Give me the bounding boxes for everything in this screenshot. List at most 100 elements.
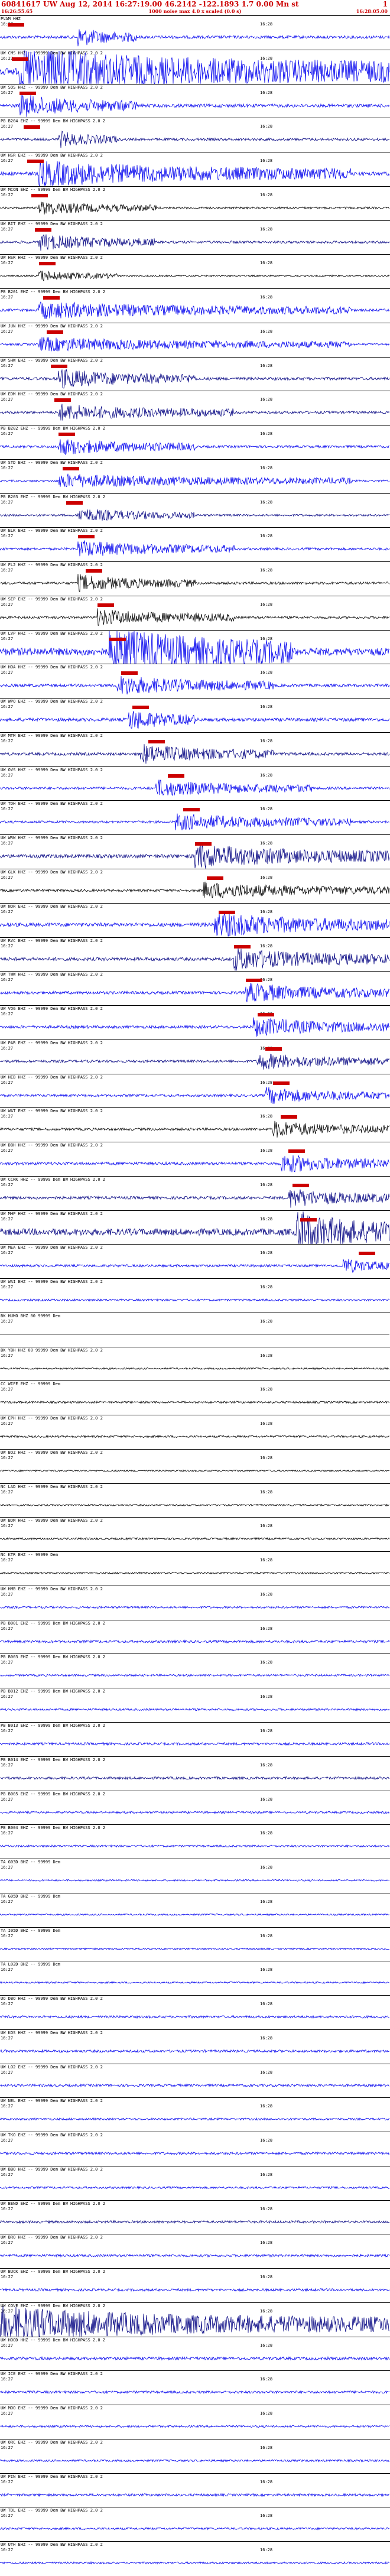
phase-pick-marker (168, 774, 184, 778)
station-label: UW TDH EHZ -- 99999 Dem BW HIGHPASS 2.0 … (1, 801, 103, 807)
time-mark-mid: 16:28 (260, 1523, 273, 1529)
time-mark-start: 16:27 (1, 1182, 14, 1187)
time-mark-mid: 16:28 (260, 2445, 273, 2450)
station-label: PB B001 EHZ -- 99999 Dem BW HIGHPASS 2.0… (1, 1620, 106, 1626)
waveform-line (0, 1844, 390, 1849)
time-mark-start: 16:27 (1, 943, 14, 948)
station-label: UW OVS HHZ -- 99999 Dem BW HIGHPASS 2.0 … (1, 767, 103, 772)
phase-pick-marker (31, 193, 48, 197)
waveform-line (0, 2458, 390, 2463)
station-label: UW MOO EHZ -- 99999 Dem BW HIGHPASS 2.0 … (1, 2406, 103, 2411)
time-mark-mid: 16:28 (260, 329, 273, 334)
time-mark-start: 16:27 (1, 1729, 14, 1733)
trace-panel: UW UTH EHZ -- 99999 Dem BW HIGHPASS 2.0 … (0, 2541, 390, 2575)
waveform-line (0, 234, 390, 251)
phase-pick-marker (20, 91, 36, 95)
station-label: UW WPO EHZ -- 99999 Dem BW HIGHPASS 2.0 … (1, 699, 103, 704)
trace-panel: UW FL2 HHZ -- 99999 Dem BW HIGHPASS 2.0 … (0, 561, 390, 596)
waveform-line (0, 814, 389, 831)
waveform-line (0, 2390, 390, 2395)
waveform-line (0, 1742, 390, 1746)
time-mark-mid: 16:28 (260, 841, 273, 846)
station-label: UW HMB EHZ -- 99999 Dem BW HIGHPASS 2.0 … (1, 1586, 103, 1591)
waveform-line (0, 2083, 390, 2087)
trace-panel: PB B201 EHZ -- 99999 Dem BW HIGHPASS 2.0… (0, 288, 390, 323)
trace-panel: PB B003 EHZ -- 99999 Dem BW HIGHPASS 2.0… (0, 1654, 390, 1688)
trace-panel: UW EDM HHZ -- 99999 Dem BW HIGHPASS 2.0 … (0, 391, 390, 425)
time-mark-mid: 16:28 (260, 2035, 273, 2041)
waveform-line (0, 744, 390, 764)
time-mark-start: 16:27 (1, 977, 14, 983)
time-mark-mid: 16:28 (260, 772, 273, 778)
time-mark-mid: 16:28 (260, 1967, 273, 1973)
waveform-line (0, 711, 390, 729)
station-label: NC KTR EHZ -- 99999 Dem (1, 1552, 58, 1558)
waveform-line (0, 2048, 390, 2054)
trace-panel: UW ICE EHZ -- 99999 Dem BW HIGHPASS 2.0 … (0, 2370, 390, 2405)
trace-panel: UW CCRK HHZ -- 99999 Dem BW HIGHPASS 2.0… (0, 1175, 390, 1210)
time-mark-start: 16:27 (1, 2138, 14, 2143)
time-mark-start: 16:27 (1, 363, 14, 368)
trace-panel: UW HSR HHZ -- 99999 Dem BW HIGHPASS 2.0 … (0, 254, 390, 288)
waveform-line (0, 983, 390, 1003)
trace-panel: UW ELK EHZ -- 99999 Dem BW HIGHPASS 2.0 … (0, 527, 390, 561)
waveform-line (0, 1053, 390, 1070)
time-mark-mid: 16:28 (260, 1660, 273, 1665)
station-label: UW ICE EHZ -- 99999 Dem BW HIGHPASS 2.0 … (1, 2372, 103, 2377)
waveform-line (0, 2151, 390, 2156)
time-mark-start: 16:27 (1, 1523, 14, 1529)
trace-panel: NC LAD HHZ -- 99999 Dem BW HIGHPASS 2.0 … (0, 1483, 390, 1518)
waveform-line (0, 202, 390, 215)
time-mark-start: 16:27 (1, 2479, 14, 2484)
phase-pick-marker (98, 603, 114, 607)
time-mark-start: 16:27 (1, 1114, 14, 1119)
time-mark-mid: 16:28 (260, 124, 273, 129)
station-label: UW WAT EHZ -- 99999 Dem BW HIGHPASS 2.0 … (1, 1109, 103, 1114)
waveform-line (0, 271, 390, 282)
time-mark-start: 16:27 (1, 704, 14, 710)
time-mark-start: 16:27 (1, 2002, 14, 2007)
phase-pick-marker (207, 876, 223, 880)
waveform-line (0, 2185, 390, 2190)
station-label: UW FL2 HHZ -- 99999 Dem BW HIGHPASS 2.0 … (1, 563, 103, 568)
station-label: UW HOOD HHZ -- 99999 Dem BW HIGHPASS 2.0… (1, 2337, 106, 2343)
station-label: UW COVE EHZ -- 99999 Dem BW HIGHPASS 2.0… (1, 2303, 106, 2308)
phase-pick-marker (219, 910, 235, 914)
time-mark-start: 16:27 (1, 568, 14, 573)
time-mark-mid: 16:28 (260, 2343, 273, 2348)
time-mark-mid: 16:28 (260, 1489, 273, 1495)
phase-pick-marker (51, 364, 67, 368)
station-label: PB B005 EHZ -- 99999 Dem BW HIGHPASS 2.0… (1, 1791, 106, 1797)
station-label: UW RVC EHZ -- 99999 Dem BW HIGHPASS 2.0 … (1, 938, 103, 943)
station-label: UW STD EHZ -- 99999 Dem BW HIGHPASS 2.0 … (1, 460, 103, 465)
time-mark-start: 16:27 (1, 329, 14, 334)
station-label: UW CMS HHZ -- 99999 Dem BW HIGHPASS 2.0 … (1, 50, 103, 56)
time-mark-start: 16:27 (1, 2070, 14, 2075)
trace-panel: UW HMB EHZ -- 99999 Dem BW HIGHPASS 2.0 … (0, 1585, 390, 1620)
time-mark-start: 16:27 (1, 431, 14, 437)
trace-panel: UW OVS HHZ -- 99999 Dem BW HIGHPASS 2.0 … (0, 766, 390, 801)
station-label: PB B013 EHZ -- 99999 Dem BW HIGHPASS 2.0… (1, 1723, 106, 1728)
waveform-line (0, 1674, 390, 1678)
station-label: UW VOG EHZ -- 99999 Dem BW HIGHPASS 2.0 … (1, 1006, 103, 1012)
time-mark-start: 16:27 (1, 1660, 14, 1665)
trace-panel: UW RVC EHZ -- 99999 Dem BW HIGHPASS 2.0 … (0, 937, 390, 972)
phase-pick-marker (78, 535, 95, 539)
station-label: UW UTH EHZ -- 99999 Dem BW HIGHPASS 2.0 … (1, 2542, 103, 2548)
time-mark-mid: 16:28 (260, 704, 273, 710)
waveform-line (0, 1401, 390, 1405)
station-label: UW MTM EHZ -- 99999 Dem BW HIGHPASS 2.0 … (1, 733, 103, 738)
time-mark-mid: 16:28 (260, 1865, 273, 1870)
station-label: UW WRW HHZ -- 99999 Dem BW HIGHPASS 2.0 … (1, 836, 103, 841)
trace-panel: PB B202 EHZ -- 99999 Dem BW HIGHPASS 2.0… (0, 425, 390, 459)
time-mark-start: 16:27 (1, 1216, 14, 1222)
trace-panel: UW WRW HHZ -- 99999 Dem BW HIGHPASS 2.0 … (0, 834, 390, 869)
time-mark-mid: 16:28 (260, 670, 273, 675)
waveform-line (0, 2425, 390, 2428)
trace-panel: PB B004 EHZ -- 99999 Dem BW HIGHPASS 2.0… (0, 1824, 390, 1859)
time-mark-start: 16:27 (1, 909, 14, 914)
station-label: UW EPH HHZ -- 99999 Dem BW HIGHPASS 2.0 … (1, 1416, 103, 1421)
station-label: UW PAR EHZ -- 99999 Dem BW HIGHPASS 2.0 … (1, 1040, 103, 1045)
waveform-line (0, 2493, 390, 2497)
time-mark-mid: 16:28 (260, 465, 273, 470)
